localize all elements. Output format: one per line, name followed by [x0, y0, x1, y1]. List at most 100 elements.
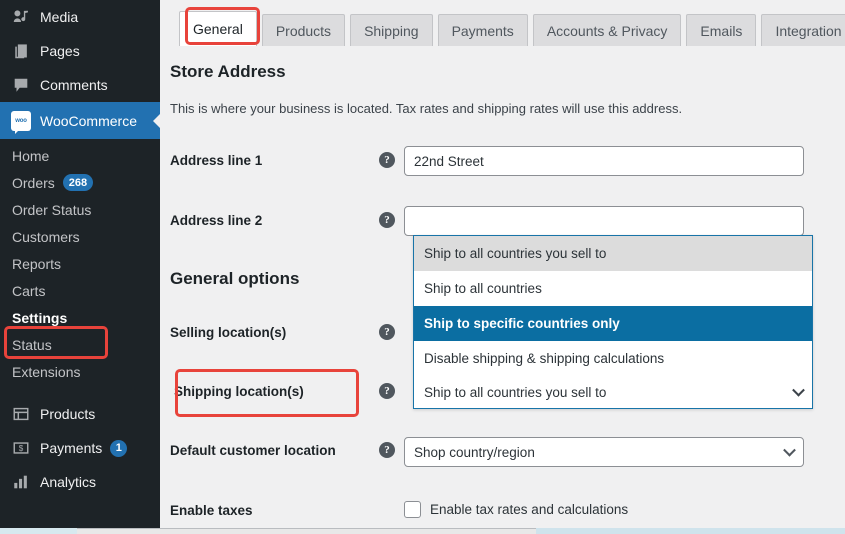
sidebar-item-label: Media [40, 9, 79, 25]
tab-shipping[interactable]: Shipping [350, 14, 433, 46]
tab-general[interactable]: General [179, 11, 257, 46]
settings-tabs: General Products Shipping Payments Accou… [160, 8, 845, 46]
sidebar-item-carts[interactable]: Carts [0, 277, 160, 304]
default-customer-location-help-icon[interactable]: ? [379, 442, 395, 458]
tab-label: General [193, 21, 243, 37]
strip-segment-right [536, 528, 845, 534]
tab-label: Emails [700, 22, 743, 39]
address-line-2-input[interactable] [404, 206, 804, 236]
tab-payments[interactable]: Payments [437, 14, 528, 46]
shipping-locations-current-value: Ship to all countries you sell to [424, 384, 607, 400]
sidebar-subitem-label: Customers [12, 228, 80, 245]
sidebar-item-comments[interactable]: Comments [0, 68, 160, 102]
sidebar-item-reports[interactable]: Reports [0, 250, 160, 277]
shipping-locations-dropdown[interactable]: Ship to all countries you sell to Ship t… [413, 235, 813, 409]
tab-accounts-privacy[interactable]: Accounts & Privacy [532, 14, 682, 46]
default-customer-location-label: Default customer location [170, 443, 336, 458]
woocommerce-settings-screen: Media Pages Comments woo WooCommerce Hom… [0, 0, 845, 534]
sidebar-subitem-label: Order Status [12, 201, 92, 218]
address-line-1-label: Address line 1 [170, 153, 263, 168]
sidebar-item-label: Products [40, 406, 96, 422]
strip-segment-middle [77, 528, 537, 534]
dropdown-option-ship-all-you-sell-to[interactable]: Ship to all countries you sell to [414, 236, 812, 271]
default-customer-location-select[interactable]: Shop country/region [404, 437, 804, 467]
tab-products[interactable]: Products [261, 14, 346, 46]
address-line-1-input[interactable]: 22nd Street [404, 146, 804, 176]
admin-sidebar: Media Pages Comments woo WooCommerce Hom… [0, 0, 160, 534]
sidebar-subitem-label: Status [12, 336, 52, 353]
sidebar-item-products[interactable]: Products [0, 397, 160, 431]
strip-segment-left [0, 528, 78, 534]
sidebar-item-label: Analytics [40, 474, 97, 490]
sidebar-item-analytics[interactable]: Analytics [0, 465, 160, 499]
sidebar-item-customers[interactable]: Customers [0, 223, 160, 250]
store-address-heading: Store Address [170, 62, 286, 81]
tab-emails[interactable]: Emails [686, 14, 757, 46]
dropdown-option-ship-specific-countries[interactable]: Ship to specific countries only [414, 306, 812, 341]
tab-label: Integration [775, 22, 842, 39]
dropdown-option-label: Ship to all countries [424, 281, 542, 296]
general-options-heading: General options [170, 269, 300, 288]
chevron-down-icon [792, 383, 805, 397]
woocommerce-logo-icon: woo [11, 110, 31, 134]
sidebar-item-orders[interactable]: Orders 268 [0, 169, 160, 196]
sidebar-item-label: Comments [40, 77, 108, 93]
tab-label: Shipping [364, 22, 419, 39]
sidebar-item-order-status[interactable]: Order Status [0, 196, 160, 223]
dropdown-option-label: Ship to specific countries only [424, 316, 620, 331]
sidebar-item-settings[interactable]: Settings [0, 304, 160, 331]
dropdown-option-label: Disable shipping & shipping calculations [424, 351, 665, 366]
payments-icon: $ [11, 438, 31, 458]
sidebar-item-label: Payments [40, 440, 103, 456]
sidebar-item-label: Pages [40, 43, 80, 59]
sidebar-subitem-label: Orders [12, 174, 55, 191]
pages-icon [11, 41, 31, 61]
selling-locations-help-icon[interactable]: ? [379, 324, 395, 340]
settings-content: General Products Shipping Payments Accou… [160, 0, 845, 534]
address-line-2-help-icon[interactable]: ? [379, 212, 395, 228]
sidebar-item-label: WooCommerce [40, 112, 137, 129]
dropdown-option-disable-shipping[interactable]: Disable shipping & shipping calculations [414, 341, 812, 376]
woocommerce-submenu: Home Orders 268 Order Status Customers R… [0, 139, 160, 392]
dropdown-option-label: Ship to all countries you sell to [424, 246, 607, 261]
enable-taxes-checkbox[interactable] [404, 501, 421, 518]
chevron-down-icon [783, 443, 796, 457]
payments-count-badge: 1 [110, 439, 128, 457]
sidebar-subitem-label: Settings [12, 309, 68, 326]
sidebar-item-payments[interactable]: $ Payments 1 [0, 431, 160, 465]
shipping-locations-label: Shipping location(s) [174, 384, 304, 399]
dropdown-option-ship-all-countries[interactable]: Ship to all countries [414, 271, 812, 306]
shipping-locations-select-value[interactable]: Ship to all countries you sell to [414, 376, 812, 408]
sidebar-subitem-label: Extensions [12, 363, 81, 380]
sidebar-subitem-label: Home [12, 147, 50, 164]
enable-taxes-label: Enable taxes [170, 503, 253, 518]
enable-taxes-checkbox-row[interactable]: Enable tax rates and calculations [404, 501, 628, 518]
orders-count-badge: 268 [62, 174, 94, 191]
tab-label: Accounts & Privacy [546, 22, 668, 39]
sidebar-item-pages[interactable]: Pages [0, 34, 160, 68]
sidebar-item-extensions[interactable]: Extensions [0, 358, 160, 385]
enable-taxes-checkbox-label: Enable tax rates and calculations [430, 502, 629, 517]
sidebar-item-home[interactable]: Home [0, 142, 160, 169]
products-icon [11, 404, 31, 424]
comments-icon [11, 75, 31, 95]
selling-locations-label: Selling location(s) [170, 325, 287, 340]
shipping-locations-help-icon[interactable]: ? [379, 383, 395, 399]
media-icon [11, 7, 31, 27]
analytics-icon [11, 472, 31, 492]
sidebar-bottom-menu: Products $ Payments 1 Analytics [0, 397, 160, 499]
store-address-description: This is where your business is located. … [170, 101, 683, 116]
svg-text:$: $ [19, 444, 24, 453]
tab-label: Payments [451, 22, 514, 39]
tab-integration[interactable]: Integration [761, 14, 845, 46]
tab-label: Products [275, 22, 332, 39]
bottom-edge-strip [0, 528, 845, 534]
sidebar-top-menu: Media Pages Comments [0, 0, 160, 102]
sidebar-item-woocommerce[interactable]: woo WooCommerce [0, 102, 160, 139]
address-line-2-label: Address line 2 [170, 213, 263, 228]
address-line-1-help-icon[interactable]: ? [379, 152, 395, 168]
sidebar-item-media[interactable]: Media [0, 0, 160, 34]
sidebar-item-status[interactable]: Status [0, 331, 160, 358]
sidebar-subitem-label: Reports [12, 255, 62, 272]
sidebar-subitem-label: Carts [12, 282, 46, 299]
